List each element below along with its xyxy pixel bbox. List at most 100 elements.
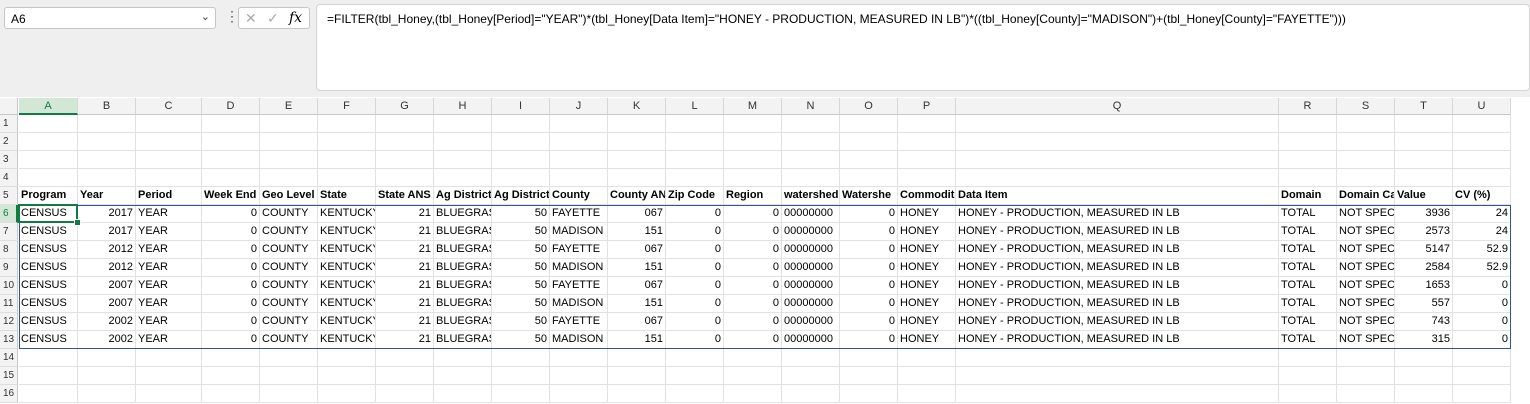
- empty-cell[interactable]: [318, 169, 376, 187]
- empty-cell[interactable]: [136, 169, 202, 187]
- table-cell[interactable]: CENSUS: [19, 205, 78, 223]
- table-cell[interactable]: NOT SPECI: [1337, 205, 1395, 223]
- table-cell[interactable]: TOTAL: [1279, 205, 1337, 223]
- empty-cell[interactable]: [376, 385, 434, 403]
- empty-cell[interactable]: [19, 385, 78, 403]
- empty-cell[interactable]: [956, 169, 1279, 187]
- empty-cell[interactable]: [724, 349, 782, 367]
- table-cell[interactable]: YEAR: [136, 277, 202, 295]
- table-cell[interactable]: 50: [492, 205, 550, 223]
- table-cell[interactable]: 067: [608, 241, 666, 259]
- empty-cell[interactable]: [898, 367, 956, 385]
- table-cell[interactable]: 1653: [1395, 277, 1453, 295]
- table-cell[interactable]: 21: [376, 331, 434, 349]
- column-header-p[interactable]: P: [898, 98, 956, 115]
- table-cell[interactable]: HONEY: [898, 277, 956, 295]
- table-cell[interactable]: CENSUS: [19, 331, 78, 349]
- empty-cell[interactable]: [724, 169, 782, 187]
- empty-cell[interactable]: [608, 151, 666, 169]
- empty-cell[interactable]: [666, 367, 724, 385]
- row-header-16[interactable]: 16: [0, 385, 18, 403]
- empty-cell[interactable]: [1395, 349, 1453, 367]
- table-cell[interactable]: HONEY: [898, 313, 956, 331]
- empty-cell[interactable]: [492, 349, 550, 367]
- table-cell[interactable]: 00000000: [782, 331, 840, 349]
- table-header-cell[interactable]: Commodit: [898, 187, 956, 205]
- empty-cell[interactable]: [492, 133, 550, 151]
- table-cell[interactable]: MADISON: [550, 259, 608, 277]
- empty-cell[interactable]: [260, 367, 318, 385]
- row-header-4[interactable]: 4: [0, 169, 18, 187]
- table-cell[interactable]: 2017: [78, 205, 136, 223]
- table-cell[interactable]: 0: [202, 259, 260, 277]
- table-cell[interactable]: 5147: [1395, 241, 1453, 259]
- empty-cell[interactable]: [1337, 169, 1395, 187]
- empty-cell[interactable]: [78, 115, 136, 133]
- empty-cell[interactable]: [434, 169, 492, 187]
- empty-cell[interactable]: [19, 133, 78, 151]
- empty-cell[interactable]: [260, 349, 318, 367]
- row-header-3[interactable]: 3: [0, 151, 18, 169]
- empty-cell[interactable]: [78, 385, 136, 403]
- empty-cell[interactable]: [550, 349, 608, 367]
- table-cell[interactable]: 52.9: [1453, 259, 1511, 277]
- empty-cell[interactable]: [318, 385, 376, 403]
- column-header-c[interactable]: C: [136, 98, 202, 115]
- table-cell[interactable]: 0: [1453, 331, 1511, 349]
- row-header-7[interactable]: 7: [0, 223, 18, 241]
- empty-cell[interactable]: [1337, 115, 1395, 133]
- table-cell[interactable]: HONEY - PRODUCTION, MEASURED IN LB: [956, 223, 1279, 241]
- empty-cell[interactable]: [136, 385, 202, 403]
- table-header-cell[interactable]: Geo Level: [260, 187, 318, 205]
- empty-cell[interactable]: [1453, 169, 1511, 187]
- table-cell[interactable]: 315: [1395, 331, 1453, 349]
- empty-cell[interactable]: [434, 133, 492, 151]
- table-cell[interactable]: KENTUCKY: [318, 331, 376, 349]
- table-cell[interactable]: 0: [202, 295, 260, 313]
- column-header-m[interactable]: M: [724, 98, 782, 115]
- empty-cell[interactable]: [376, 169, 434, 187]
- empty-cell[interactable]: [260, 151, 318, 169]
- table-cell[interactable]: 0: [666, 241, 724, 259]
- row-header-15[interactable]: 15: [0, 367, 18, 385]
- empty-cell[interactable]: [260, 133, 318, 151]
- empty-cell[interactable]: [666, 133, 724, 151]
- empty-cell[interactable]: [550, 115, 608, 133]
- table-cell[interactable]: HONEY - PRODUCTION, MEASURED IN LB: [956, 295, 1279, 313]
- empty-cell[interactable]: [434, 349, 492, 367]
- table-cell[interactable]: 0: [666, 259, 724, 277]
- empty-cell[interactable]: [19, 349, 78, 367]
- empty-cell[interactable]: [376, 115, 434, 133]
- empty-cell[interactable]: [898, 349, 956, 367]
- empty-cell[interactable]: [608, 115, 666, 133]
- table-cell[interactable]: 21: [376, 241, 434, 259]
- table-cell[interactable]: 0: [202, 241, 260, 259]
- empty-cell[interactable]: [1395, 133, 1453, 151]
- empty-cell[interactable]: [136, 151, 202, 169]
- empty-cell[interactable]: [782, 151, 840, 169]
- table-cell[interactable]: 52.9: [1453, 241, 1511, 259]
- table-cell[interactable]: NOT SPECI: [1337, 331, 1395, 349]
- table-cell[interactable]: BLUEGRASS: [434, 313, 492, 331]
- table-cell[interactable]: YEAR: [136, 313, 202, 331]
- table-cell[interactable]: 151: [608, 259, 666, 277]
- table-cell[interactable]: 2584: [1395, 259, 1453, 277]
- empty-cell[interactable]: [550, 151, 608, 169]
- table-header-cell[interactable]: Domain: [1279, 187, 1337, 205]
- empty-cell[interactable]: [1279, 385, 1337, 403]
- table-cell[interactable]: 00000000: [782, 277, 840, 295]
- table-cell[interactable]: KENTUCKY: [318, 223, 376, 241]
- empty-cell[interactable]: [1395, 367, 1453, 385]
- empty-cell[interactable]: [136, 115, 202, 133]
- empty-cell[interactable]: [1279, 151, 1337, 169]
- empty-cell[interactable]: [202, 115, 260, 133]
- table-cell[interactable]: 0: [840, 223, 898, 241]
- table-cell[interactable]: 00000000: [782, 223, 840, 241]
- table-cell[interactable]: MADISON: [550, 331, 608, 349]
- table-cell[interactable]: 50: [492, 295, 550, 313]
- empty-cell[interactable]: [318, 151, 376, 169]
- table-cell[interactable]: COUNTY: [260, 205, 318, 223]
- table-cell[interactable]: BLUEGRASS: [434, 277, 492, 295]
- empty-cell[interactable]: [550, 367, 608, 385]
- table-cell[interactable]: 0: [724, 295, 782, 313]
